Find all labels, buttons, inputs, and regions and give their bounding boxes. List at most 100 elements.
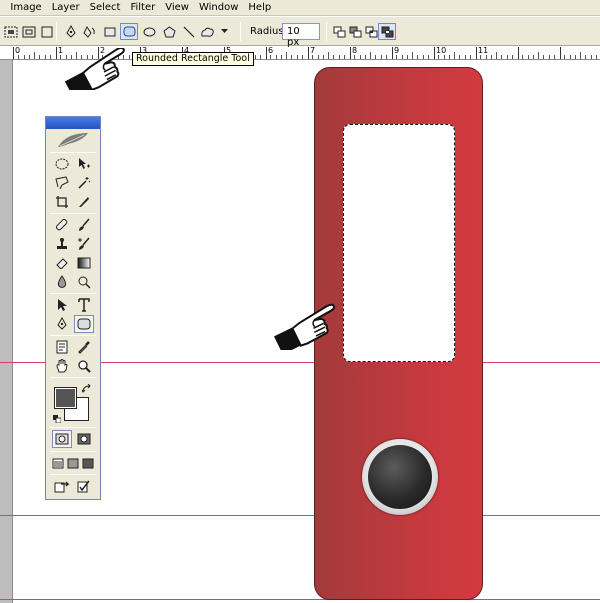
ellipse-tool-icon[interactable] [140,23,158,40]
toolbox-panel [45,116,101,500]
ruler-minor-tick [259,55,261,59]
freeform-pen-icon[interactable] [81,23,99,40]
ruler-minor-tick [574,55,576,59]
ruler-minor-tick [301,55,303,59]
eyedropper-tool-icon[interactable] [74,338,94,356]
ruler-minor-tick [401,55,403,59]
ruler-minor-tick [296,55,298,59]
crop-tool-icon[interactable] [52,193,72,211]
jump-to-edit-icon[interactable] [74,477,94,495]
menu-help[interactable]: Help [243,0,276,16]
ruler-minor-tick [532,55,534,59]
pen-tool-icon[interactable] [62,23,80,40]
notes-tool-icon[interactable] [52,338,72,356]
eraser-tool-icon[interactable] [52,254,72,272]
menu-layer[interactable]: Layer [47,0,85,16]
move-tool-icon[interactable] [74,155,94,173]
lasso-tool-icon[interactable] [52,174,72,192]
ruler-minor-tick [328,52,329,59]
ruler-minor-tick [543,55,545,59]
paths-icon[interactable] [20,23,38,40]
brush-tool-icon[interactable] [74,216,94,234]
ruler-minor-tick [49,55,51,59]
path-selection-icon[interactable] [52,296,72,314]
hand-tool-icon[interactable] [52,357,72,375]
ring-hole-inner [368,445,432,509]
ruler-minor-tick [485,55,487,59]
ruler-minor-tick [569,55,571,59]
history-brush-icon[interactable] [74,235,94,253]
chevron-down-icon[interactable] [219,23,229,40]
ruler-label: 9 [394,47,400,55]
ruler-minor-tick [480,55,482,59]
ruler-minor-tick [412,52,413,59]
ruler-minor-tick [375,55,377,59]
guide-line[interactable] [0,599,600,600]
ruler-minor-tick [595,55,597,59]
ruler-label: 0 [15,47,21,55]
ruler-label: 7 [310,47,316,55]
exclude-overlapping-shape-areas-icon[interactable] [378,23,396,40]
rounded-rectangle-tool-icon[interactable] [120,23,138,40]
ruler-minor-tick [490,55,492,59]
zoom-tool-icon[interactable] [74,357,94,375]
toolbox-title-bar[interactable] [46,117,100,129]
ruler-minor-tick [443,55,445,59]
menu-image[interactable]: Image [5,0,46,16]
blur-tool-icon[interactable] [52,273,72,291]
menu-select[interactable]: Select [85,0,126,16]
ruler-minor-tick [23,55,25,59]
menu-filter[interactable]: Filter [125,0,160,16]
ruler-minor-tick [448,55,450,59]
quick-mask-mode-icon[interactable] [74,430,94,448]
ruler-minor-tick [28,55,30,59]
polygon-tool-icon[interactable] [160,23,178,40]
ruler-minor-tick [553,55,555,59]
ruler-minor-tick [275,55,277,59]
magic-wand-icon[interactable] [74,174,94,192]
rounded-rectangle-tool-icon[interactable] [74,315,94,333]
ruler-minor-tick [469,55,471,59]
radius-input[interactable]: 10 px [282,23,320,48]
guide-line[interactable] [0,515,600,516]
feather-logo-icon[interactable] [48,130,98,150]
pen-tool-icon[interactable] [52,315,72,333]
slice-tool-icon[interactable] [74,193,94,211]
ruler-minor-tick [590,55,592,59]
full-screen-mode-icon[interactable] [80,454,95,472]
ruler-minor-tick [585,55,587,59]
custom-shape-tool-icon[interactable] [199,23,217,40]
jump-to-imageready-icon[interactable] [52,477,72,495]
menu-view[interactable]: View [160,0,194,16]
rectangle-tool-icon[interactable] [101,23,119,40]
shape-layers-icon[interactable] [2,23,20,40]
type-tool-icon[interactable] [74,296,94,314]
pointing-hand-icon [270,302,348,355]
dodge-tool-icon[interactable] [74,273,94,291]
line-tool-icon[interactable] [180,23,198,40]
ruler-minor-tick [438,55,440,59]
ruler-minor-tick [522,55,524,59]
swap-colors-icon[interactable] [81,383,92,394]
gradient-tool-icon[interactable] [74,254,94,272]
healing-brush-icon[interactable] [52,216,72,234]
clone-stamp-icon[interactable] [52,235,72,253]
ruler-minor-tick [44,55,46,59]
ruler-minor-tick [317,55,319,59]
fill-pixels-icon[interactable] [38,23,56,40]
standard-screen-mode-icon[interactable] [50,454,65,472]
ruler-minor-tick [34,52,35,59]
ring-hole [362,439,438,515]
ruler-minor-tick [511,55,513,59]
ruler-minor-tick [454,52,455,59]
ruler-minor-tick [496,52,497,59]
default-colors-icon[interactable] [53,413,62,424]
standard-mode-icon[interactable] [52,430,72,448]
marquee-tool-icon[interactable] [52,155,72,173]
ruler-minor-tick [364,55,366,59]
menu-window[interactable]: Window [194,0,243,16]
full-screen-menu-mode-icon[interactable] [65,454,80,472]
label-area-selection[interactable] [343,124,455,362]
foreground-color-swatch[interactable] [54,387,77,409]
ruler-minor-tick [343,55,345,59]
